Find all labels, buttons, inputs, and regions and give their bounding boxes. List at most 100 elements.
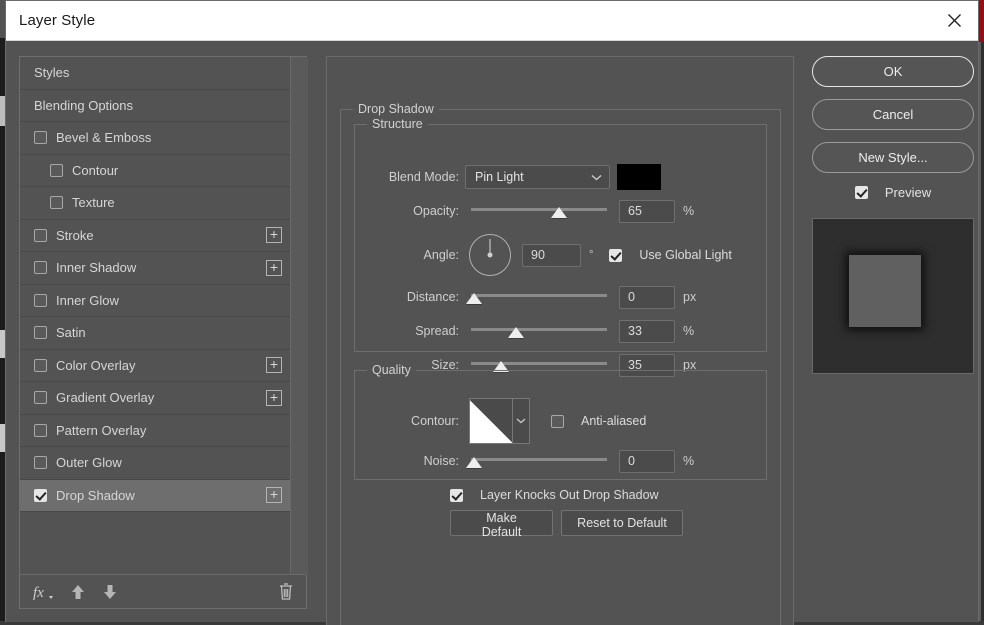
styles-list-item-label: Inner Shadow [56, 260, 136, 275]
styles-list-item-outer-glow[interactable]: Outer Glow [20, 447, 290, 480]
anti-aliased-box [551, 415, 564, 428]
close-icon [947, 13, 962, 28]
styles-list-item-label: Outer Glow [56, 455, 122, 470]
styles-list-item-blending-options[interactable]: Blending Options [20, 90, 290, 123]
styles-list-item-checkbox[interactable] [34, 489, 47, 502]
styles-list-item-label: Stroke [56, 228, 94, 243]
angle-dial[interactable] [469, 234, 511, 276]
styles-list-gutter [290, 57, 308, 575]
styles-list-toolbar: fx [20, 574, 306, 608]
noise-input[interactable]: 0 [619, 450, 675, 473]
close-button[interactable] [930, 1, 978, 40]
cancel-button[interactable]: Cancel [812, 99, 974, 130]
styles-list-item-drop-shadow[interactable]: Drop Shadow+ [20, 480, 290, 513]
styles-list-item-checkbox[interactable] [50, 164, 63, 177]
spread-slider[interactable] [471, 322, 607, 340]
drop-shadow-group: Drop Shadow Structure Blend Mode: Pin Li… [340, 109, 781, 625]
arrow-up-icon[interactable] [70, 583, 86, 601]
spread-label: Spread: [355, 324, 459, 338]
distance-slider[interactable] [471, 288, 607, 306]
ok-button[interactable]: OK [812, 56, 974, 87]
distance-slider-handle[interactable] [466, 293, 482, 304]
blend-mode-select[interactable]: Pin Light [465, 165, 610, 189]
styles-list-item-contour[interactable]: Contour [20, 155, 290, 188]
opacity-slider[interactable] [471, 202, 607, 220]
styles-list-item-inner-glow[interactable]: Inner Glow [20, 285, 290, 318]
noise-value: 0 [628, 454, 635, 468]
styles-list-item-label: Contour [72, 163, 118, 178]
styles-list-item-bevel-emboss[interactable]: Bevel & Emboss [20, 122, 290, 155]
add-effect-icon[interactable]: + [266, 487, 282, 503]
distance-input[interactable]: 0 [619, 286, 675, 309]
reset-to-default-button[interactable]: Reset to Default [561, 510, 683, 536]
styles-list-item-checkbox[interactable] [34, 229, 47, 242]
styles-panel: Styles Blending Options Bevel & Emboss Cont… [19, 56, 307, 609]
add-effect-icon[interactable]: + [266, 390, 282, 406]
opacity-value: 65 [628, 204, 642, 218]
noise-label: Noise: [355, 454, 459, 468]
contour-label: Contour: [355, 414, 459, 428]
trash-icon[interactable] [278, 582, 294, 601]
spread-slider-track [471, 328, 607, 331]
spread-row: Spread: 33 % [355, 319, 768, 343]
opacity-row: Opacity: 65 % [355, 199, 768, 223]
noise-row: Noise: 0 % [355, 449, 768, 473]
styles-list-item-pattern-overlay[interactable]: Pattern Overlay [20, 415, 290, 448]
styles-list-item-texture[interactable]: Texture [20, 187, 290, 220]
styles-list-item-styles[interactable]: Styles [20, 57, 290, 90]
fx-icon[interactable]: fx [32, 582, 54, 602]
styles-list-item-label: Satin [56, 325, 86, 340]
add-effect-icon[interactable]: + [266, 357, 282, 373]
size-slider-track [471, 362, 607, 365]
styles-list-item-checkbox[interactable] [50, 196, 63, 209]
angle-input[interactable]: 90 [522, 244, 581, 267]
spread-unit: % [683, 324, 694, 338]
styles-list-item-checkbox[interactable] [34, 294, 47, 307]
styles-list-item-checkbox[interactable] [34, 424, 47, 437]
spread-input[interactable]: 33 [619, 320, 675, 343]
opacity-label: Opacity: [355, 204, 459, 218]
distance-label: Distance: [355, 290, 459, 304]
noise-slider-track [471, 458, 607, 461]
add-effect-icon[interactable]: + [266, 227, 282, 243]
styles-list-item-inner-shadow[interactable]: Inner Shadow + [20, 252, 290, 285]
styles-list-item-gradient-overlay[interactable]: Gradient Overlay+ [20, 382, 290, 415]
spread-slider-handle[interactable] [508, 327, 524, 338]
styles-list-item-color-overlay[interactable]: Color Overlay + [20, 350, 290, 383]
styles-list-item-checkbox[interactable] [34, 326, 47, 339]
blend-mode-label: Blend Mode: [355, 170, 459, 184]
add-effect-icon[interactable]: + [266, 260, 282, 276]
angle-unit: ° [589, 249, 593, 261]
opacity-unit: % [683, 204, 694, 218]
noise-slider-handle[interactable] [466, 457, 482, 468]
styles-list-item-checkbox[interactable] [34, 131, 47, 144]
styles-list-item-satin[interactable]: Satin [20, 317, 290, 350]
make-default-button[interactable]: Make Default [450, 510, 553, 536]
drop-shadow-group-title: Drop Shadow [353, 102, 439, 116]
shadow-color-swatch[interactable] [617, 164, 661, 190]
styles-list-item-checkbox[interactable] [34, 359, 47, 372]
styles-list-item-label: Pattern Overlay [56, 423, 146, 438]
layer-knocks-out-checkbox[interactable]: Layer Knocks Out Drop Shadow [450, 488, 659, 502]
opacity-input[interactable]: 65 [619, 200, 675, 223]
styles-list[interactable]: Styles Blending Options Bevel & Emboss Cont… [20, 57, 290, 575]
styles-list-item-checkbox[interactable] [34, 391, 47, 404]
styles-list-item-checkbox[interactable] [34, 261, 47, 274]
anti-aliased-checkbox[interactable]: Anti-aliased [551, 414, 646, 428]
styles-list-item-stroke[interactable]: Stroke + [20, 220, 290, 253]
styles-list-item-label: Blending Options [34, 98, 133, 113]
contour-dropdown-arrow[interactable] [513, 398, 530, 444]
arrow-down-icon[interactable] [102, 583, 118, 601]
dialog-actions: OK Cancel New Style... Preview [812, 56, 974, 374]
use-global-light-box [609, 249, 622, 262]
preview-checkbox[interactable]: Preview [812, 185, 974, 200]
dialog-title: Layer Style [19, 12, 95, 29]
styles-list-item-checkbox[interactable] [34, 456, 47, 469]
noise-slider[interactable] [471, 452, 607, 470]
use-global-light-checkbox[interactable]: Use Global Light [609, 248, 731, 262]
opacity-slider-track [471, 208, 607, 211]
new-style-button[interactable]: New Style... [812, 142, 974, 173]
contour-picker[interactable] [469, 398, 530, 444]
styles-list-item-label: Color Overlay [56, 358, 135, 373]
opacity-slider-handle[interactable] [551, 207, 567, 218]
